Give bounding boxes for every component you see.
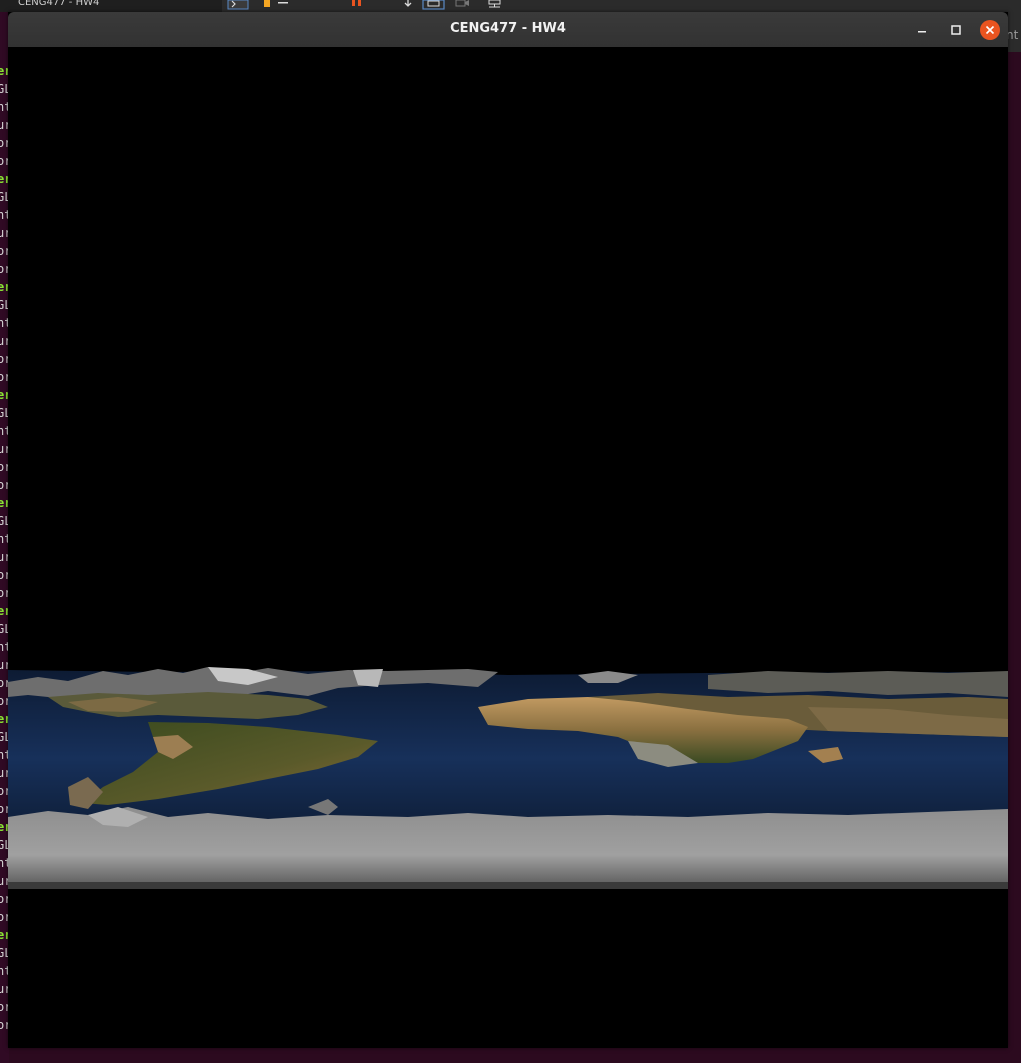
close-icon — [985, 25, 995, 35]
folder-icon[interactable] — [262, 0, 302, 10]
screenshot-icon[interactable] — [422, 0, 446, 10]
minimize-icon — [918, 31, 926, 33]
download-icon[interactable] — [402, 0, 414, 10]
window-title: CENG477 - HW4 — [450, 21, 566, 36]
pause-icon[interactable] — [350, 0, 366, 10]
close-button[interactable] — [980, 20, 1000, 40]
network-icon[interactable] — [486, 0, 504, 10]
taskbar: CENG477 - HW4 — [0, 0, 1021, 12]
record-icon[interactable] — [454, 0, 472, 10]
terminal-icon[interactable] — [226, 0, 250, 10]
opengl-canvas[interactable] — [8, 47, 1008, 1048]
maximize-icon — [951, 25, 961, 35]
taskbar-tab[interactable]: CENG477 - HW4 — [0, 0, 222, 12]
minimize-button[interactable] — [912, 20, 932, 40]
rendered-scene — [8, 667, 1008, 889]
window-titlebar[interactable]: CENG477 - HW4 — [8, 12, 1008, 47]
maximize-button[interactable] — [946, 20, 966, 40]
antarctica-ice — [8, 807, 1008, 887]
background-window-text: nt — [1008, 28, 1019, 42]
background-window-edge: nt — [1008, 12, 1021, 52]
app-window: CENG477 - HW4 — [8, 12, 1008, 1048]
